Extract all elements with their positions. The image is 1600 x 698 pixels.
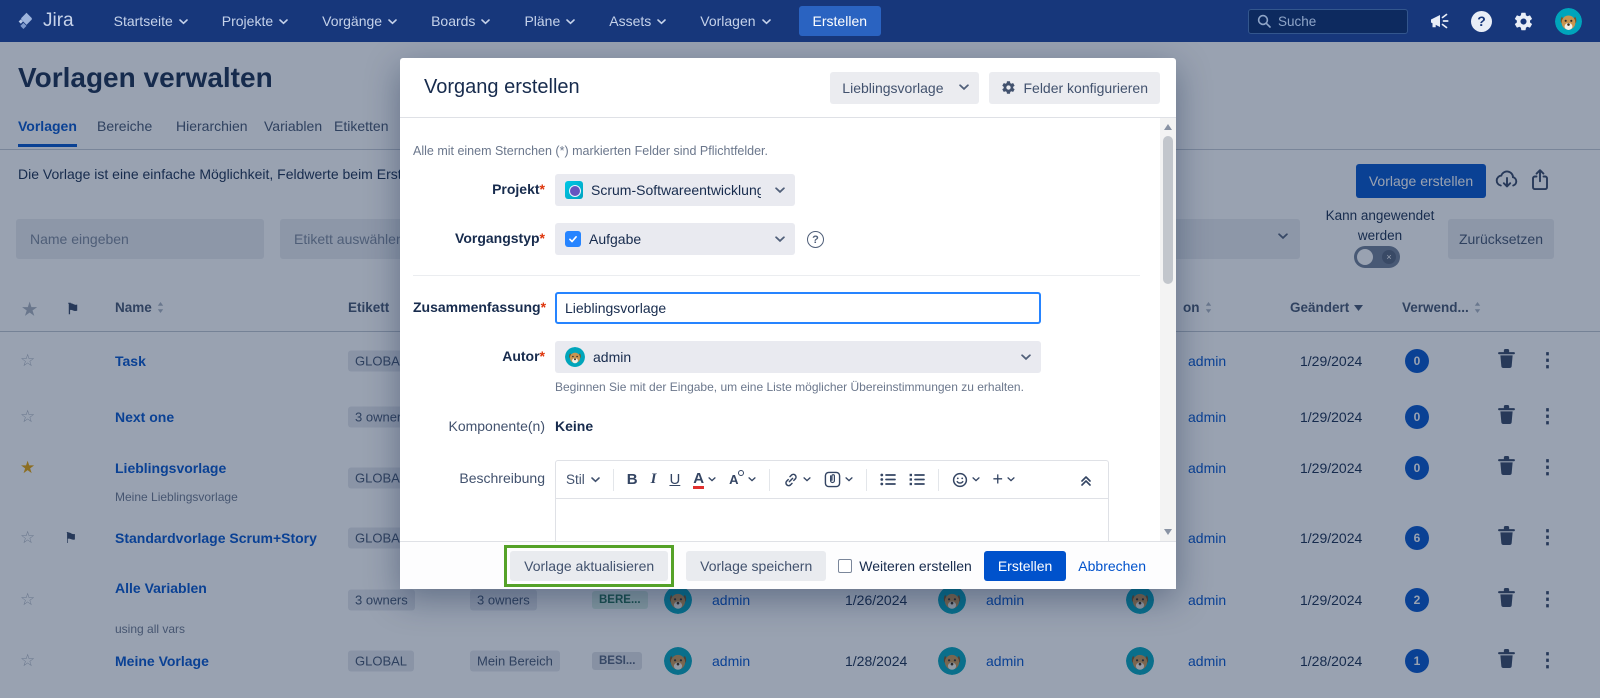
scroll-up-arrow[interactable] bbox=[1164, 124, 1172, 130]
gear-icon bbox=[1001, 80, 1016, 95]
chevron-down-icon bbox=[972, 477, 980, 482]
create-another-checkbox[interactable] bbox=[838, 559, 852, 573]
issuetype-select[interactable]: Aufgabe bbox=[555, 223, 795, 255]
summary-label: Zusammenfassung* bbox=[413, 299, 545, 315]
editor-toolbar: Stil B I U A A + bbox=[556, 461, 1108, 499]
text-color-icon[interactable]: A bbox=[693, 471, 716, 489]
nav-startseite[interactable]: Startseite bbox=[114, 13, 188, 29]
search-box[interactable] bbox=[1248, 9, 1408, 34]
nav-vorgaenge[interactable]: Vorgänge bbox=[322, 13, 397, 29]
components-value: Keine bbox=[555, 418, 593, 434]
gear-icon[interactable] bbox=[1513, 11, 1534, 32]
update-template-highlight: Vorlage aktualisieren bbox=[504, 545, 674, 587]
chevron-down-icon bbox=[388, 19, 397, 25]
navbar-right: ? bbox=[1248, 8, 1582, 35]
text-format-icon[interactable]: A bbox=[729, 472, 755, 487]
screen: Jira Startseite Projekte Vorgänge Boards… bbox=[0, 0, 1600, 698]
task-type-icon bbox=[565, 231, 581, 247]
chevron-down-icon bbox=[591, 477, 600, 483]
description-label: Beschreibung bbox=[413, 470, 545, 486]
chevron-down-icon bbox=[481, 19, 490, 25]
link-icon[interactable] bbox=[783, 472, 811, 488]
modal-header: Vorgang erstellen Lieblingsvorlage Felde… bbox=[400, 58, 1176, 118]
issuetype-label: Vorgangstyp* bbox=[413, 230, 545, 246]
jira-logo-icon bbox=[16, 11, 37, 32]
jira-logo-text: Jira bbox=[43, 10, 74, 32]
chevron-down-icon bbox=[566, 19, 575, 25]
author-label: Autor* bbox=[413, 348, 545, 364]
navbar-create-button[interactable]: Erstellen bbox=[799, 6, 881, 36]
nav-vorlagen[interactable]: Vorlagen bbox=[700, 13, 770, 29]
search-input[interactable] bbox=[1278, 14, 1388, 29]
project-avatar-icon bbox=[565, 181, 583, 199]
underline-icon[interactable]: U bbox=[669, 471, 680, 488]
announcements-icon[interactable] bbox=[1429, 12, 1450, 31]
avatar bbox=[565, 347, 585, 367]
create-issue-modal: Vorgang erstellen Lieblingsvorlage Felde… bbox=[400, 58, 1176, 589]
italic-icon[interactable]: I bbox=[651, 471, 657, 488]
jira-logo[interactable]: Jira bbox=[16, 10, 74, 32]
modal-scrollbar[interactable] bbox=[1160, 118, 1176, 541]
numbered-list-icon[interactable] bbox=[909, 473, 925, 486]
create-another-label: Weiteren erstellen bbox=[859, 558, 972, 574]
search-icon bbox=[1257, 14, 1271, 28]
modal-title: Vorgang erstellen bbox=[424, 76, 830, 99]
nav-assets[interactable]: Assets bbox=[609, 13, 666, 29]
chevron-down-icon bbox=[1021, 354, 1031, 361]
emoji-icon[interactable] bbox=[952, 472, 980, 488]
create-button[interactable]: Erstellen bbox=[984, 551, 1066, 581]
author-select[interactable]: admin bbox=[555, 341, 1041, 373]
configure-fields-button[interactable]: Felder konfigurieren bbox=[989, 72, 1160, 104]
insert-more-icon[interactable]: + bbox=[993, 469, 1016, 490]
chevron-down-icon bbox=[1007, 477, 1015, 482]
chevron-down-icon bbox=[959, 84, 969, 91]
nav-projekte[interactable]: Projekte bbox=[222, 13, 288, 29]
user-avatar[interactable] bbox=[1555, 8, 1582, 35]
nav-boards[interactable]: Boards bbox=[431, 13, 490, 29]
chevron-down-icon bbox=[775, 187, 785, 194]
description-editor[interactable]: Stil B I U A A + bbox=[555, 460, 1109, 541]
chevron-down-icon bbox=[845, 477, 853, 482]
attachment-icon[interactable] bbox=[824, 471, 853, 488]
nav-plaene[interactable]: Pläne bbox=[524, 13, 575, 29]
scrollbar-thumb[interactable] bbox=[1163, 136, 1173, 284]
chevron-down-icon bbox=[179, 19, 188, 25]
chevron-down-icon bbox=[803, 477, 811, 482]
issuetype-help-icon[interactable]: ? bbox=[807, 231, 824, 248]
modal-footer: Vorlage aktualisieren Vorlage speichern … bbox=[400, 541, 1176, 589]
chevron-down-icon bbox=[279, 19, 288, 25]
components-label: Komponente(n) bbox=[413, 418, 545, 434]
project-select[interactable]: Scrum-Softwareentwicklung (... bbox=[555, 174, 795, 206]
style-dropdown[interactable]: Stil bbox=[566, 472, 600, 487]
help-icon[interactable]: ? bbox=[1471, 11, 1492, 32]
cancel-link[interactable]: Abbrechen bbox=[1078, 558, 1146, 574]
top-navbar: Jira Startseite Projekte Vorgänge Boards… bbox=[0, 0, 1600, 42]
chevron-down-icon bbox=[657, 19, 666, 25]
chevron-down-icon bbox=[775, 236, 785, 243]
project-label: Projekt* bbox=[413, 181, 545, 197]
create-another-option: Weiteren erstellen bbox=[838, 558, 972, 574]
bullet-list-icon[interactable] bbox=[880, 473, 896, 486]
template-dropdown[interactable]: Lieblingsvorlage bbox=[830, 72, 979, 104]
modal-body: Alle mit einem Sternchen (*) markierten … bbox=[400, 118, 1160, 541]
scroll-down-arrow[interactable] bbox=[1164, 529, 1172, 535]
required-fields-note: Alle mit einem Sternchen (*) markierten … bbox=[413, 144, 768, 158]
editor-content[interactable] bbox=[556, 499, 1108, 541]
save-template-button[interactable]: Vorlage speichern bbox=[686, 551, 826, 581]
chevron-down-icon bbox=[708, 477, 716, 482]
main-navigation: Startseite Projekte Vorgänge Boards Plän… bbox=[114, 13, 771, 29]
section-divider bbox=[413, 275, 1140, 276]
update-template-button[interactable]: Vorlage aktualisieren bbox=[510, 551, 668, 581]
collapse-toolbar-icon[interactable] bbox=[1080, 474, 1092, 486]
summary-input[interactable] bbox=[555, 292, 1041, 324]
chevron-down-icon bbox=[748, 477, 756, 482]
author-helper-text: Beginnen Sie mit der Eingabe, um eine Li… bbox=[555, 380, 1024, 394]
chevron-down-icon bbox=[762, 19, 771, 25]
bold-icon[interactable]: B bbox=[627, 471, 638, 488]
